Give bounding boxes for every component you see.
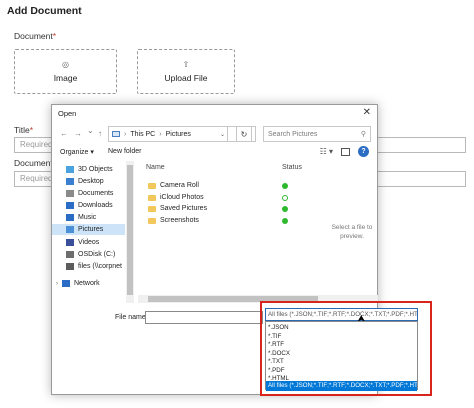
search-placeholder: Search Pictures (268, 130, 318, 138)
column-header-name[interactable]: Name (146, 164, 165, 171)
breadcrumb-separator: › (159, 130, 162, 138)
tree-item-documents[interactable]: Documents (66, 188, 113, 199)
upload-image-label: Image (53, 73, 78, 83)
network-icon (62, 280, 70, 287)
tree-item-label: Network (74, 280, 100, 287)
tree-item-label: Desktop (78, 178, 104, 185)
file-name: Camera Roll (160, 182, 199, 189)
downloads-icon (66, 202, 74, 209)
navigation-bar: ← → ⌄ ↑ › This PC › Pictures ⌄ ↻ Search … (52, 123, 377, 145)
dialog-titlebar: Open ✕ (52, 105, 377, 121)
music-icon (66, 214, 74, 221)
list-item[interactable]: iCloud Photos (140, 193, 320, 204)
upload-file-button[interactable]: ⇧ Upload File (137, 49, 235, 94)
search-icon: ⚲ (360, 131, 366, 138)
pictures-icon (66, 226, 74, 233)
folder-icon (148, 206, 156, 212)
desktop-icon (66, 178, 74, 185)
back-arrow-icon[interactable]: ← (60, 129, 68, 138)
file-name: iCloud Photos (160, 194, 204, 201)
folder-icon (148, 183, 156, 189)
help-icon[interactable]: ? (358, 146, 369, 157)
navigation-scrollbar[interactable] (126, 161, 134, 303)
page-title: Add Document (7, 5, 82, 17)
up-arrow-icon[interactable]: ↑ (98, 129, 102, 138)
document-label-text: Document (14, 31, 53, 41)
upload-image-button[interactable]: ◎ Image (14, 49, 117, 94)
breadcrumb-this-pc[interactable]: This PC (130, 131, 155, 138)
document-label: Document* (14, 31, 56, 41)
folder-icon (148, 195, 156, 201)
tree-item-label: Music (78, 214, 97, 221)
drive-icon (66, 251, 74, 258)
search-box[interactable]: Search Pictures ⚲ (263, 126, 371, 142)
synced-status-icon (282, 195, 288, 201)
breadcrumb-pictures[interactable]: Pictures (166, 131, 191, 138)
tree-item-label: Pictures (78, 226, 104, 233)
view-options-icon[interactable]: ☷ ▾ (320, 147, 333, 156)
organize-button[interactable]: Organize ▾ (60, 148, 94, 156)
new-folder-button[interactable]: New folder (108, 148, 141, 155)
tree-item-label: Videos (78, 239, 100, 246)
upload-icon: ⇧ (182, 60, 190, 69)
videos-icon (66, 239, 74, 246)
tree-item-label: 3D Objects (78, 166, 113, 173)
upload-file-label: Upload File (164, 73, 208, 83)
file-name: Saved Pictures (160, 205, 208, 212)
address-dropdown-icon[interactable]: ⌄ (218, 126, 228, 142)
tree-item-music[interactable]: Music (66, 212, 96, 223)
column-header-status[interactable]: Status (282, 164, 302, 171)
command-bar: Organize ▾ New folder ☷ ▾ ? (52, 145, 377, 161)
title-label: Title* (14, 125, 33, 135)
documents-icon (66, 190, 74, 197)
folder-icon (148, 218, 156, 224)
file-list: Name Status Camera Roll iCloud Photos Sa… (140, 161, 320, 293)
list-item[interactable]: Camera Roll (140, 181, 320, 192)
tree-item-3d-objects[interactable]: 3D Objects (66, 164, 113, 175)
tree-item-videos[interactable]: Videos (66, 237, 99, 248)
tree-item-pictures[interactable]: Pictures (52, 224, 125, 235)
file-name: Screenshots (160, 217, 199, 224)
tree-item-network-drive[interactable]: files (\\corpnet (66, 261, 122, 272)
refresh-icon[interactable]: ↻ (236, 126, 252, 142)
expand-chevron-icon[interactable]: › (56, 281, 58, 287)
required-mark: * (52, 31, 57, 41)
breadcrumb-separator: › (124, 130, 127, 138)
sync-status-icon (282, 183, 288, 189)
sync-status-icon (282, 206, 288, 212)
forward-arrow-icon[interactable]: → (74, 129, 82, 138)
file-name-input[interactable] (145, 311, 263, 324)
list-item[interactable]: Saved Pictures (140, 204, 320, 215)
tree-item-label: OSDisk (C:) (78, 251, 116, 258)
preview-placeholder: Select a file to preview. (331, 224, 373, 240)
preview-pane-icon[interactable] (341, 147, 350, 156)
tree-item-downloads[interactable]: Downloads (66, 200, 113, 211)
scrollbar-thumb[interactable] (127, 165, 133, 295)
navigation-pane: 3D Objects Desktop Documents Downloads M… (52, 161, 134, 303)
sync-status-icon (282, 218, 288, 224)
dialog-title: Open (58, 109, 77, 118)
view-controls: ☷ ▾ ? (320, 146, 369, 157)
close-icon[interactable]: ✕ (363, 107, 371, 118)
tree-item-osdisk[interactable]: OSDisk (C:) (66, 249, 115, 260)
tree-item-network[interactable]: › Network (56, 278, 100, 289)
network-drive-icon (66, 263, 74, 270)
computer-icon (112, 131, 120, 137)
camera-icon: ◎ (62, 60, 69, 69)
annotation-highlight-box (260, 301, 432, 396)
title-label-text: Title (14, 125, 30, 135)
address-bar[interactable]: › This PC › Pictures (108, 126, 256, 142)
tree-item-desktop[interactable]: Desktop (66, 176, 104, 187)
required-mark: * (29, 125, 34, 135)
file-name-label: File name: (115, 314, 148, 321)
list-item[interactable]: Screenshots (140, 216, 320, 227)
tree-item-label: files (\\corpnet (78, 263, 122, 270)
document-type-label: Document (14, 158, 53, 168)
recent-locations-icon[interactable]: ⌄ (87, 126, 94, 135)
tree-item-label: Documents (78, 190, 114, 197)
3d-objects-icon (66, 166, 74, 173)
tree-item-label: Downloads (78, 202, 113, 209)
